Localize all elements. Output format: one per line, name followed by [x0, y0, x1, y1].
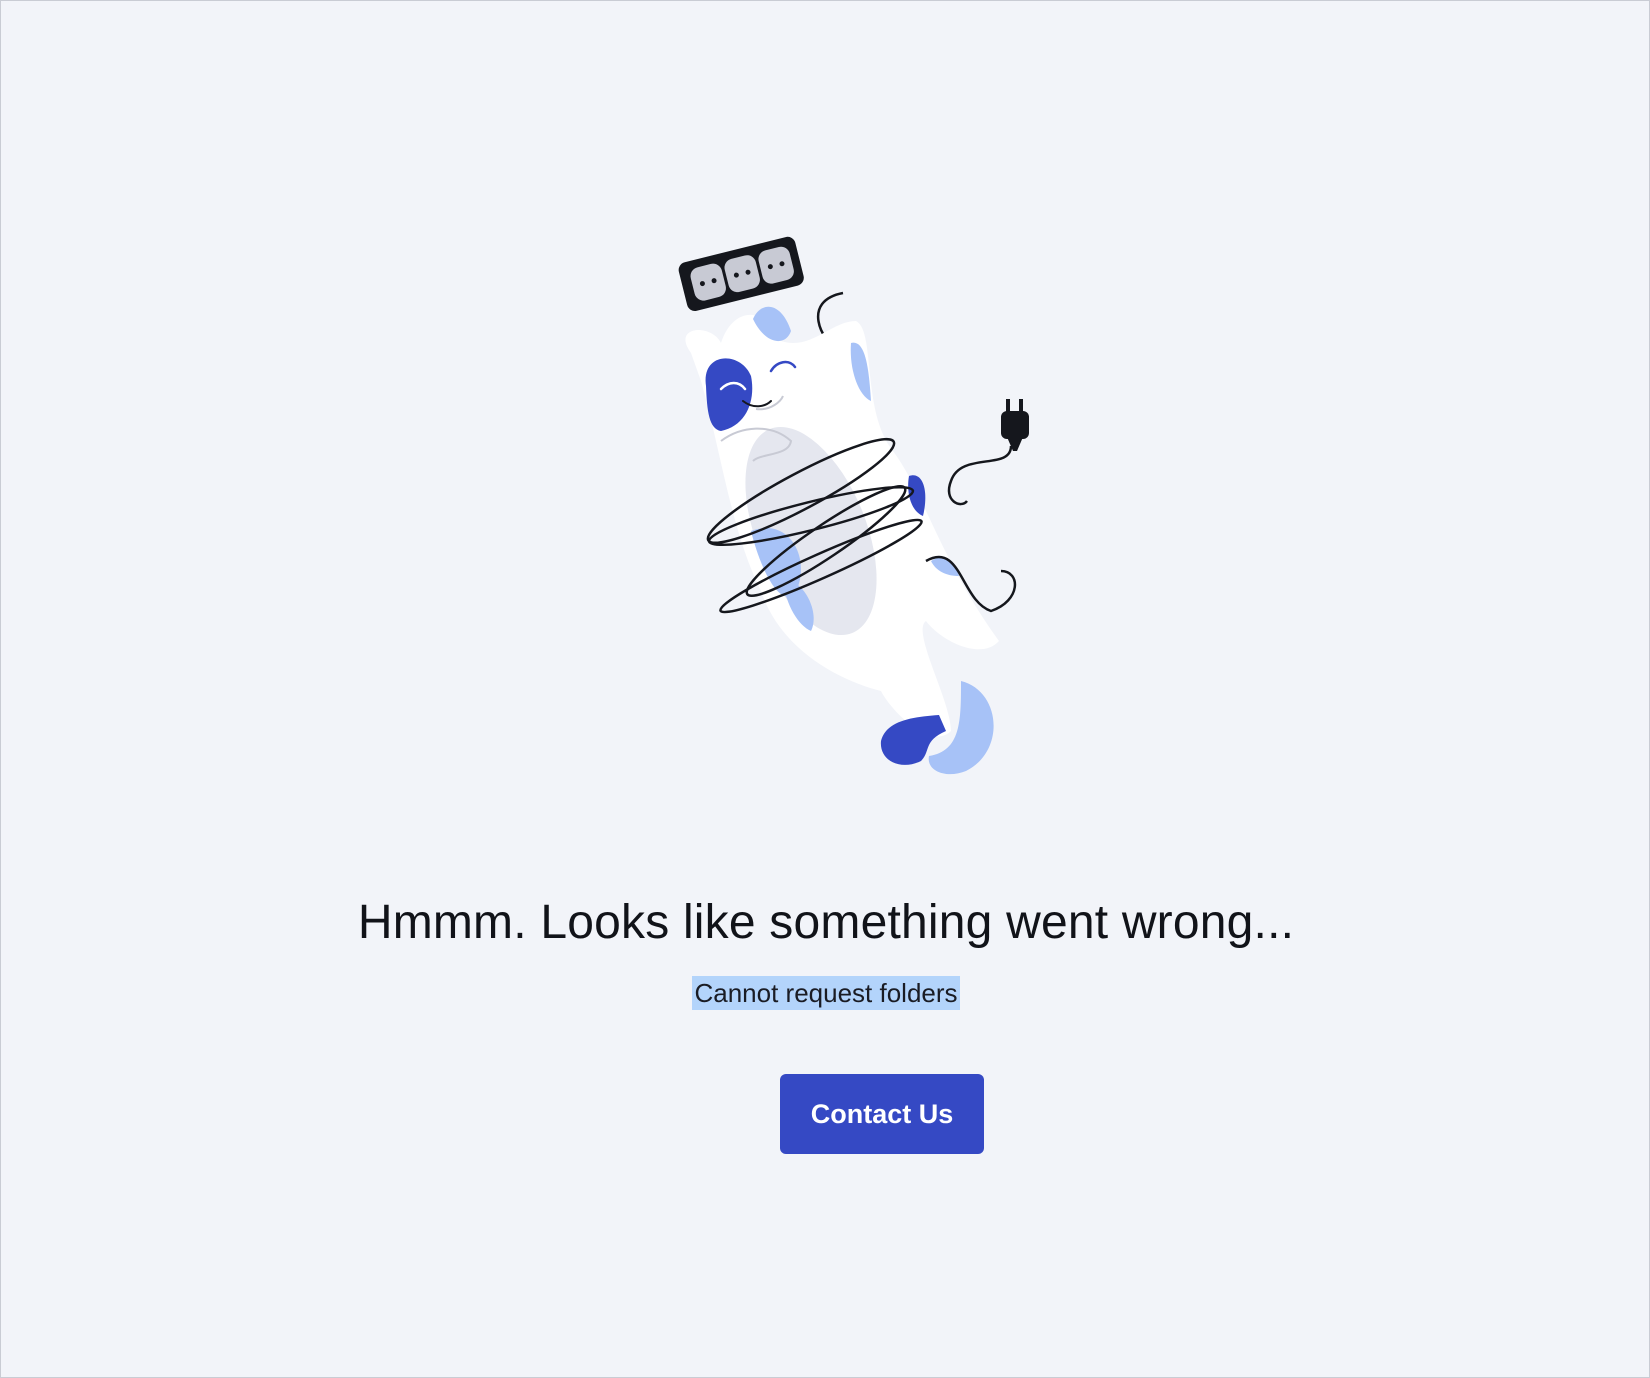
power-strip-icon: [678, 236, 804, 311]
contact-us-button[interactable]: Contact Us: [780, 1074, 984, 1154]
plug-icon: [947, 399, 1029, 506]
cat-tangled-in-power-cord-illustration: [678, 236, 1029, 775]
error-title: Hmmm. Looks like something went wrong...: [357, 896, 1295, 949]
page-frame: Hmmm. Looks like something went wrong...…: [0, 0, 1650, 1378]
error-message: Cannot request folders: [692, 976, 960, 1010]
error-message-row: Cannot request folders: [1, 976, 1650, 1010]
